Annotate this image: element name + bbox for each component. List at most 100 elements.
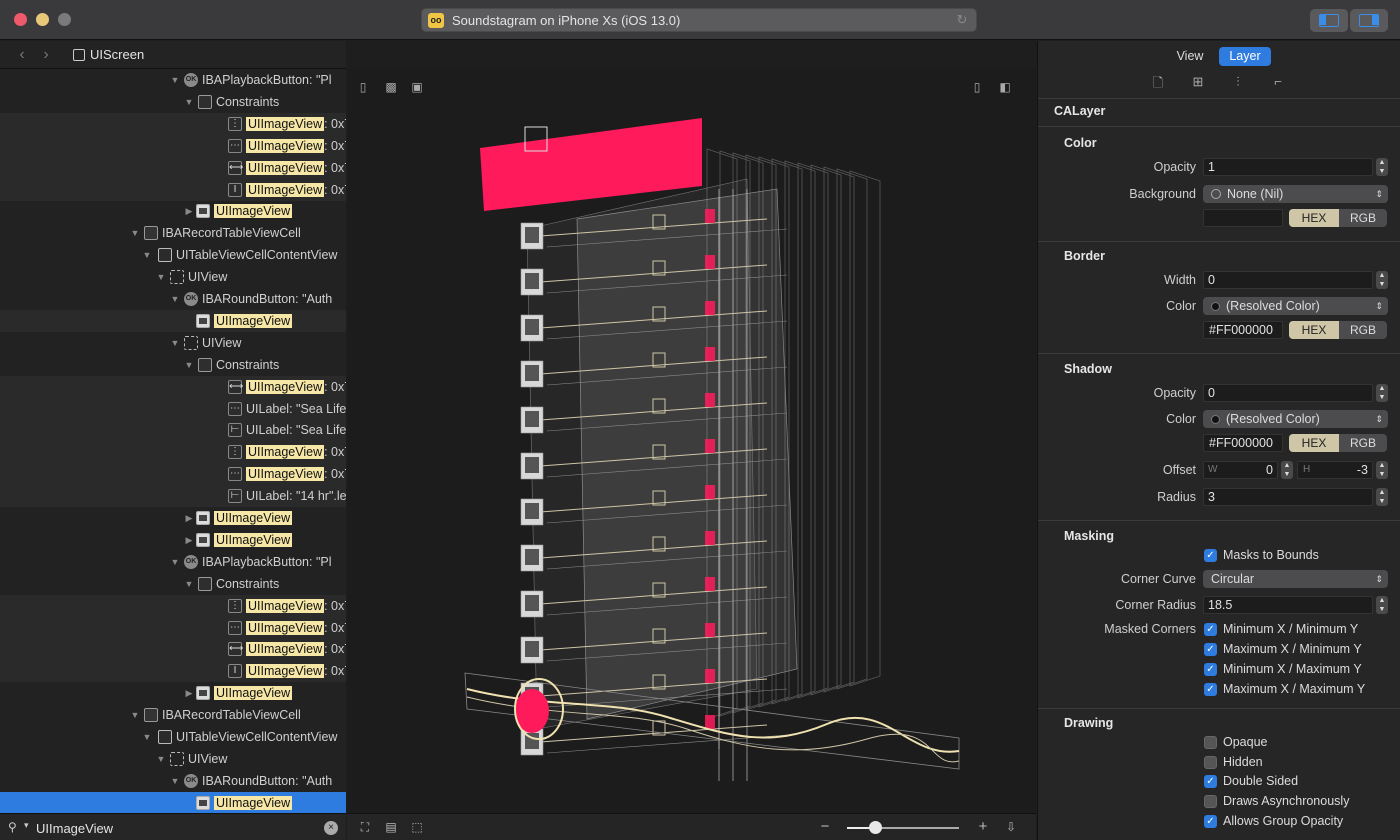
corner-radius-stepper[interactable]: ▲ ▼: [1376, 596, 1388, 614]
masked-corner-checkbox[interactable]: ✓: [1204, 643, 1217, 656]
forward-arrow-icon[interactable]: ›: [38, 45, 54, 65]
tree-row[interactable]: ⟷UIImageView: 0x7f: [0, 375, 346, 398]
tree-row[interactable]: Ι UIImageView: 0x7f: [0, 178, 346, 201]
filter-input[interactable]: [36, 819, 316, 837]
tree-row[interactable]: ⊢ UILabel: "Sea Life: [0, 419, 346, 442]
opacity-field[interactable]: 1: [1203, 158, 1373, 176]
shadow-hex-rgb-toggle[interactable]: HEX RGB: [1289, 434, 1387, 452]
tree-row[interactable]: ▼ UIView: [0, 332, 346, 354]
tree-row[interactable]: ▼ UITableViewCellContentView: [0, 726, 346, 748]
tree-row[interactable]: ⋮ UIImageView: 0x7f: [0, 112, 346, 135]
toggle-navigator-button[interactable]: [1310, 9, 1348, 32]
hex-option[interactable]: HEX: [1289, 321, 1339, 339]
tree-row[interactable]: ⟷UIImageView: 0x7f: [0, 638, 346, 661]
search-icon[interactable]: ⚲: [8, 820, 22, 834]
disclosure-triangle-icon[interactable]: ▼: [170, 775, 180, 787]
masked-corner-checkbox[interactable]: ✓: [1204, 683, 1217, 696]
tree-row[interactable]: ⋯ UIImageView: 0x7f: [0, 463, 346, 486]
masks-to-bounds-checkbox[interactable]: ✓: [1204, 549, 1217, 562]
tree-row[interactable]: ⋮ UIImageView: 0x7f: [0, 441, 346, 464]
clear-filter-icon[interactable]: ×: [324, 821, 338, 835]
zoom-slider-knob[interactable]: [869, 821, 882, 834]
disclosure-triangle-icon[interactable]: ▼: [170, 74, 180, 86]
tree-row[interactable]: ⋯ UIImageView: 0x7f: [0, 134, 346, 157]
corner-radius-field[interactable]: 18.5: [1203, 596, 1373, 614]
file-inspector-icon[interactable]: 🗋: [1151, 74, 1165, 90]
masked-corner-checkbox[interactable]: ✓: [1204, 663, 1217, 676]
shadow-radius-field[interactable]: 3: [1203, 488, 1373, 506]
tab-layer[interactable]: Layer: [1219, 47, 1271, 66]
disclosure-triangle-icon[interactable]: ▶: [184, 687, 194, 699]
orient-3d-icon[interactable]: ⇩: [1003, 819, 1019, 835]
disclosure-triangle-icon[interactable]: ▶: [184, 205, 194, 217]
opacity-stepper[interactable]: ▲ ▼: [1376, 158, 1388, 176]
drawing-option-checkbox[interactable]: ✓: [1204, 814, 1217, 828]
disclosure-triangle-icon[interactable]: ▼: [170, 556, 180, 568]
tree-row[interactable]: ▶ UIImageView: [0, 682, 346, 704]
tree-row[interactable]: ▼ OK IBAPlaybackButton: "Pl: [0, 551, 346, 573]
tree-row[interactable]: ⋯ UILabel: "Sea Life: [0, 397, 346, 420]
drawing-option-checkbox[interactable]: [1204, 736, 1217, 749]
disclosure-triangle-icon[interactable]: ▼: [142, 731, 152, 743]
size-inspector-icon[interactable]: ⌐: [1271, 74, 1285, 90]
disclosure-triangle-icon[interactable]: ▼: [130, 709, 140, 721]
disclosure-triangle-icon[interactable]: ▼: [142, 249, 152, 261]
background-hex-field[interactable]: [1203, 209, 1283, 227]
tree-row[interactable]: ▼ OK IBARoundButton: "Auth: [0, 288, 346, 310]
disclosure-triangle-icon[interactable]: ▶: [184, 534, 194, 546]
tree-row[interactable]: ▼ OK IBAPlaybackButton: "Pl: [0, 69, 346, 91]
tree-row[interactable]: ▶ UIImageView: [0, 507, 346, 529]
tree-row[interactable]: ▶ UIImageView: [0, 529, 346, 551]
attributes-inspector-icon[interactable]: ⫶: [1231, 74, 1245, 90]
disclosure-triangle-icon[interactable]: ▼: [156, 753, 166, 765]
reload-icon[interactable]: ↻: [954, 12, 970, 28]
disclosure-triangle-icon[interactable]: ▶: [184, 512, 194, 524]
rgb-option[interactable]: RGB: [1339, 209, 1387, 227]
background-popup[interactable]: None (Nil) ⇕: [1203, 185, 1388, 203]
tree-row[interactable]: ▼ Constraints: [0, 91, 346, 113]
close-window-button[interactable]: [14, 13, 27, 26]
disclosure-triangle-icon[interactable]: ▼: [156, 271, 166, 283]
hex-option[interactable]: HEX: [1289, 434, 1339, 452]
minimize-window-button[interactable]: [36, 13, 49, 26]
drawing-option-checkbox[interactable]: ✓: [1204, 775, 1217, 789]
identity-inspector-icon[interactable]: ⊞: [1191, 74, 1205, 90]
tree-row[interactable]: ⟷UIImageView: 0x7f: [0, 156, 346, 179]
zoom-slider[interactable]: [847, 821, 959, 834]
rgb-option[interactable]: RGB: [1339, 434, 1387, 452]
show-layers-icon[interactable]: ▤: [383, 819, 399, 835]
disclosure-triangle-icon[interactable]: ▼: [184, 96, 194, 108]
border-width-field[interactable]: 0: [1203, 271, 1373, 289]
disclosure-triangle-icon[interactable]: ▼: [184, 578, 194, 590]
disclosure-triangle-icon[interactable]: ▼: [170, 337, 180, 349]
tree-row[interactable]: ▼ UITableViewCellContentView: [0, 244, 346, 266]
disclosure-triangle-icon[interactable]: ▼: [184, 359, 194, 371]
tree-row[interactable]: ▼ UIView: [0, 748, 346, 770]
tree-row[interactable]: ▼ UIView: [0, 266, 346, 288]
shadow-radius-stepper[interactable]: ▲ ▼: [1376, 488, 1388, 506]
tab-view[interactable]: View: [1164, 46, 1216, 66]
tree-row[interactable]: Ι UIImageView: 0x7f: [0, 660, 346, 683]
shadow-opacity-field[interactable]: 0: [1203, 384, 1373, 402]
disclosure-triangle-icon[interactable]: ▼: [130, 227, 140, 239]
masked-corner-checkbox[interactable]: ✓: [1204, 623, 1217, 636]
border-hex-field[interactable]: #FF000000: [1203, 321, 1283, 339]
show-bounds-icon[interactable]: ⬚: [409, 819, 425, 835]
toggle-inspector-button[interactable]: [1350, 9, 1388, 32]
tree-row[interactable]: ▼ Constraints: [0, 354, 346, 376]
border-hex-rgb-toggle[interactable]: HEX RGB: [1289, 321, 1387, 339]
corner-curve-popup[interactable]: Circular ⇕: [1203, 570, 1388, 588]
drawing-option-checkbox[interactable]: [1204, 755, 1217, 769]
shadow-hex-field[interactable]: #FF000000: [1203, 434, 1283, 452]
tree-row[interactable]: ▼ IBARecordTableViewCell: [0, 222, 346, 244]
tree-row[interactable]: ⋯ UIImageView: 0x7f: [0, 616, 346, 639]
tree-row[interactable]: ▶ UIImageView: [0, 200, 346, 222]
shadow-opacity-stepper[interactable]: ▲ ▼: [1376, 384, 1388, 402]
shadow-color-popup[interactable]: (Resolved Color) ⇕: [1203, 410, 1388, 428]
zoom-in-icon[interactable]: +: [975, 819, 991, 835]
drawing-option-checkbox[interactable]: [1204, 795, 1217, 809]
tree-row-selected[interactable]: UIImageView: [0, 791, 346, 813]
shadow-offset-h-stepper[interactable]: ▲ ▼: [1376, 461, 1388, 479]
zoom-out-icon[interactable]: −: [817, 819, 833, 835]
rgb-option[interactable]: RGB: [1339, 321, 1387, 339]
